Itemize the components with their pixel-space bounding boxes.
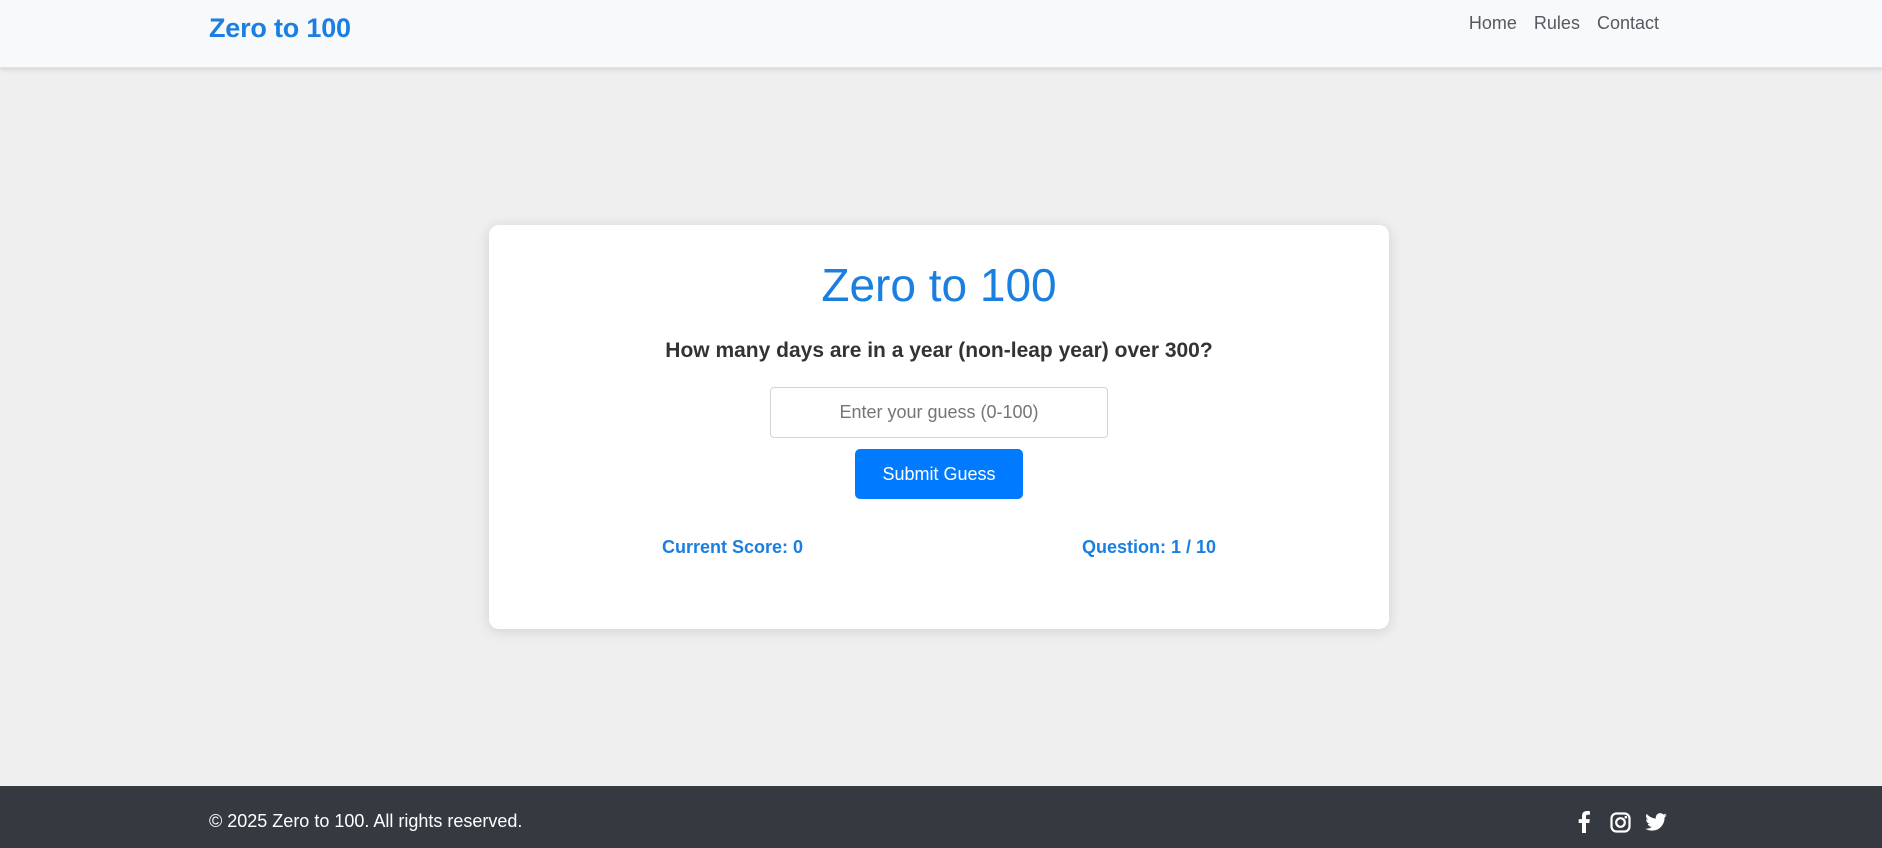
facebook-icon[interactable] (1572, 810, 1596, 834)
question-text: How many days are in a year (non-leap ye… (665, 339, 1213, 362)
current-score: Current Score: 0 (662, 537, 804, 557)
question-progress: Question: 1 / 10 (1082, 537, 1217, 557)
brand-logo-link[interactable]: Zero to 100 (209, 13, 351, 44)
nav-link-rules[interactable]: Rules (1534, 13, 1580, 34)
social-links (1572, 810, 1668, 834)
nav-link-home[interactable]: Home (1469, 13, 1517, 34)
footer: © 2025 Zero to 100. All rights reserved. (0, 786, 1882, 848)
nav-links: Home Rules Contact (1469, 13, 1659, 34)
instagram-icon[interactable] (1608, 810, 1632, 834)
game-card: Zero to 100 How many days are in a year … (489, 225, 1389, 629)
submit-guess-button[interactable]: Submit Guess (855, 449, 1023, 499)
twitter-icon[interactable] (1644, 810, 1668, 834)
navbar: Zero to 100 Home Rules Contact (0, 0, 1882, 68)
game-title: Zero to 100 (821, 259, 1057, 311)
nav-link-contact[interactable]: Contact (1597, 13, 1659, 34)
guess-input[interactable] (770, 387, 1108, 438)
copyright-text: © 2025 Zero to 100. All rights reserved. (209, 811, 523, 831)
